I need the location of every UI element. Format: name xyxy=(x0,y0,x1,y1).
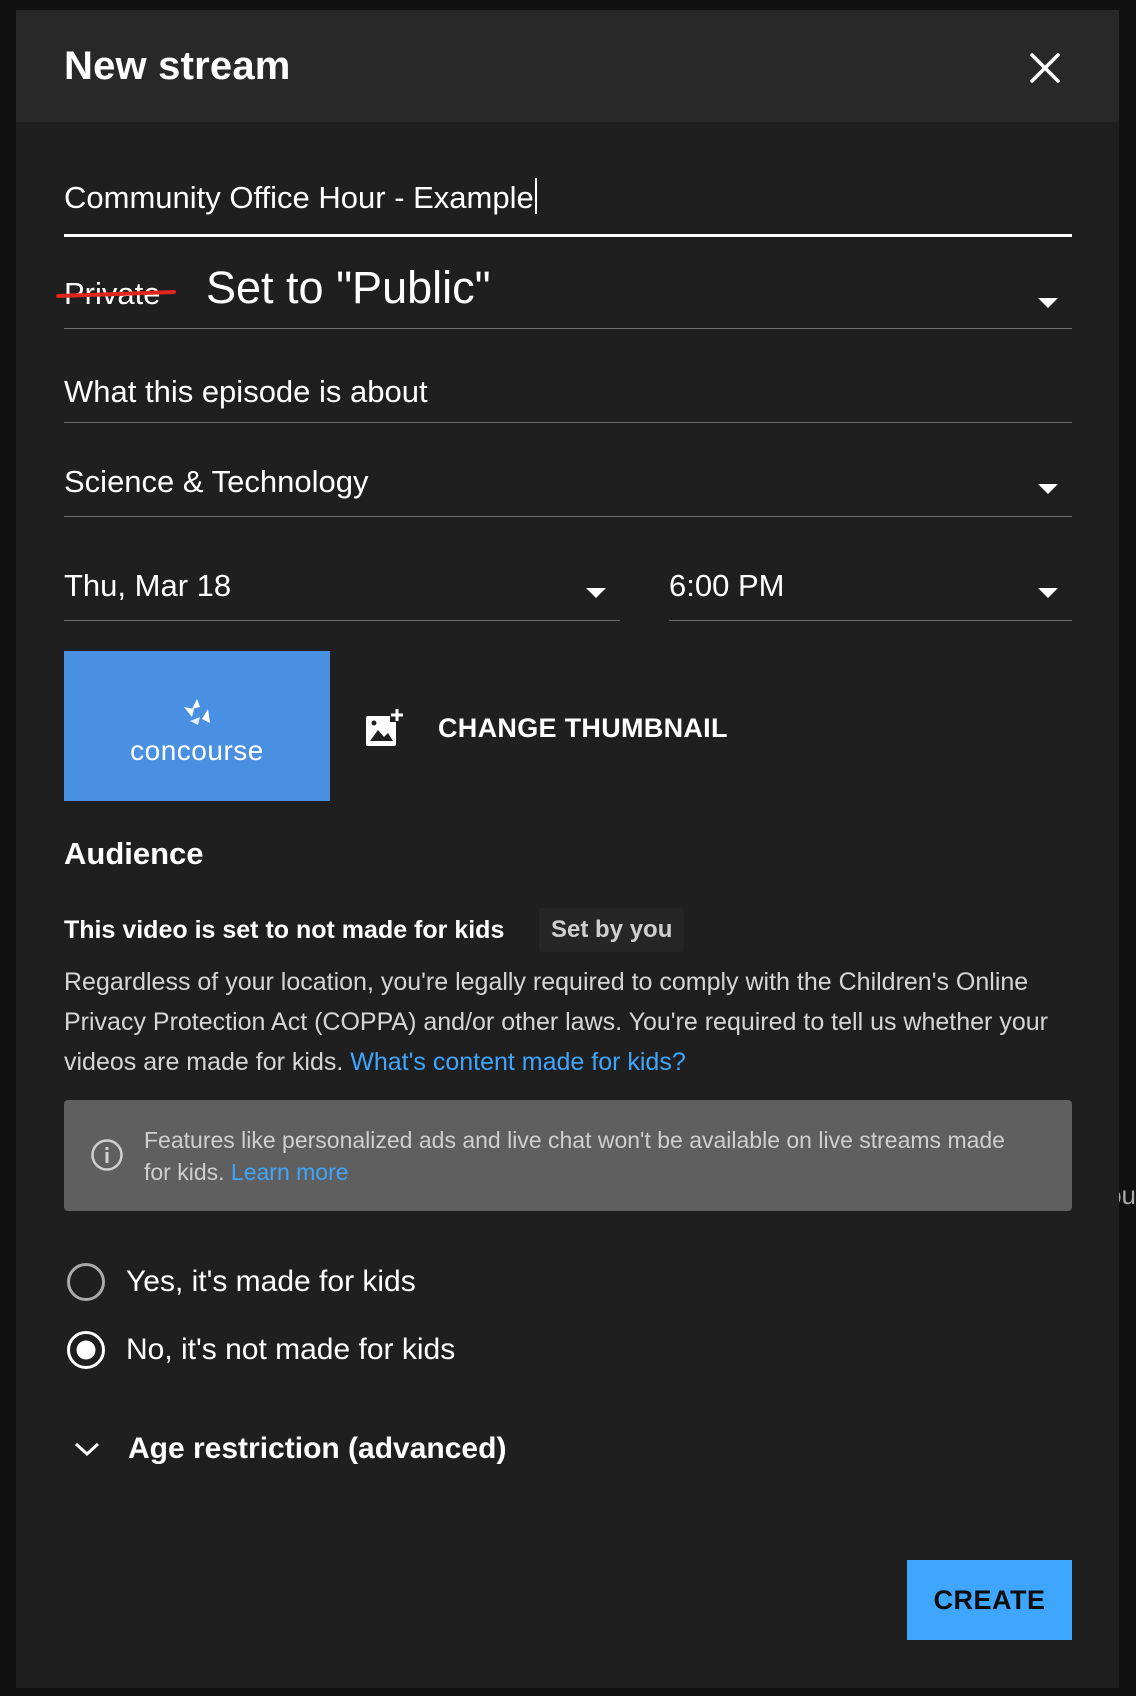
dialog-title: New stream xyxy=(64,44,291,88)
title-value: Community Office Hour - Example xyxy=(64,180,534,215)
dropdown-arrow-icon xyxy=(586,588,606,598)
time-value: 6:00 PM xyxy=(669,568,785,603)
change-thumbnail-button[interactable]: CHANGE THUMBNAIL xyxy=(364,700,728,756)
thumbnail-preview: concourse xyxy=(64,651,330,801)
info-banner: Features like personalized ads and live … xyxy=(64,1100,1072,1211)
dropdown-arrow-icon xyxy=(1038,588,1058,598)
time-dropdown[interactable]: 6:00 PM xyxy=(669,550,1072,621)
radio-checked-icon xyxy=(67,1331,105,1369)
kids-content-link[interactable]: What's content made for kids? xyxy=(350,1048,686,1076)
radio-not-made-for-kids[interactable]: No, it's not made for kids xyxy=(66,1330,455,1370)
close-button[interactable] xyxy=(1025,48,1065,88)
dropdown-arrow-icon xyxy=(1038,484,1058,494)
category-value: Science & Technology xyxy=(64,464,369,499)
concourse-logo-icon xyxy=(184,699,210,725)
privacy-annotation: Set to "Public" xyxy=(206,262,491,313)
create-button[interactable]: CREATE xyxy=(907,1560,1072,1640)
date-dropdown[interactable]: Thu, Mar 18 xyxy=(64,550,620,621)
close-icon xyxy=(1030,53,1060,83)
age-restriction-label: Age restriction (advanced) xyxy=(128,1432,507,1465)
radio-made-for-kids[interactable]: Yes, it's made for kids xyxy=(66,1262,416,1302)
add-photo-icon xyxy=(366,708,404,746)
new-stream-dialog: New stream Community Office Hour - Examp… xyxy=(16,10,1119,1688)
audience-heading: Audience xyxy=(64,836,204,871)
radio-yes-label: Yes, it's made for kids xyxy=(126,1265,416,1298)
age-restriction-toggle[interactable]: Age restriction (advanced) xyxy=(72,1432,506,1466)
title-input[interactable]: Community Office Hour - Example xyxy=(64,160,1072,237)
dialog-header: New stream xyxy=(16,10,1119,122)
learn-more-link[interactable]: Learn more xyxy=(231,1159,349,1185)
set-by-badge: Set by you xyxy=(539,908,685,952)
thumbnail-logo-text: concourse xyxy=(130,735,264,766)
description-value: What this episode is about xyxy=(64,374,428,409)
radio-unchecked-icon xyxy=(67,1263,105,1301)
text-cursor xyxy=(534,178,537,214)
coppa-description: Regardless of your location, you're lega… xyxy=(64,962,1064,1082)
chevron-down-icon xyxy=(74,1442,100,1457)
description-input[interactable]: What this episode is about xyxy=(64,354,1072,423)
category-dropdown[interactable]: Science & Technology xyxy=(64,446,1072,517)
privacy-dropdown[interactable]: Private Set to "Public" xyxy=(55,246,1072,329)
date-value: Thu, Mar 18 xyxy=(64,568,232,603)
dropdown-arrow-icon xyxy=(1038,298,1058,308)
info-banner-text: Features like personalized ads and live … xyxy=(144,1124,1024,1188)
info-icon xyxy=(91,1139,123,1171)
change-thumbnail-label: CHANGE THUMBNAIL xyxy=(438,712,728,743)
radio-no-label: No, it's not made for kids xyxy=(126,1333,456,1366)
kids-status-text: This video is set to not made for kids xyxy=(64,916,505,944)
